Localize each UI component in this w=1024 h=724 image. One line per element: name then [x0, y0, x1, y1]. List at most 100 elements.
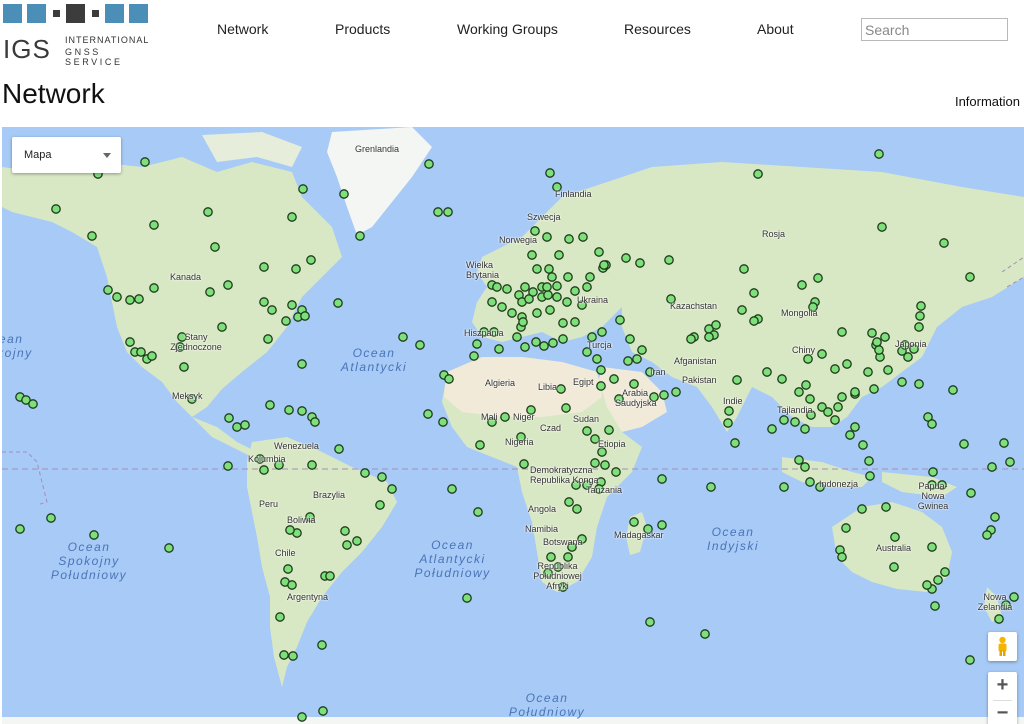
station-marker[interactable]	[864, 456, 874, 466]
station-marker[interactable]	[283, 564, 293, 574]
station-marker[interactable]	[307, 460, 317, 470]
station-marker[interactable]	[880, 332, 890, 342]
station-marker[interactable]	[657, 520, 667, 530]
station-marker[interactable]	[462, 593, 472, 603]
station-marker[interactable]	[298, 184, 308, 194]
station-marker[interactable]	[914, 379, 924, 389]
station-marker[interactable]	[494, 344, 504, 354]
station-marker[interactable]	[582, 282, 592, 292]
station-marker[interactable]	[922, 580, 932, 590]
station-marker[interactable]	[597, 447, 607, 457]
station-marker[interactable]	[352, 536, 362, 546]
station-marker[interactable]	[472, 339, 482, 349]
station-marker[interactable]	[635, 258, 645, 268]
station-marker[interactable]	[134, 294, 144, 304]
search-input[interactable]	[861, 18, 1008, 41]
station-marker[interactable]	[387, 484, 397, 494]
station-marker[interactable]	[377, 472, 387, 482]
station-marker[interactable]	[415, 340, 425, 350]
station-marker[interactable]	[545, 305, 555, 315]
station-marker[interactable]	[317, 640, 327, 650]
station-marker[interactable]	[867, 328, 877, 338]
station-marker[interactable]	[342, 540, 352, 550]
station-marker[interactable]	[903, 352, 913, 362]
station-marker[interactable]	[615, 315, 625, 325]
station-marker[interactable]	[275, 612, 285, 622]
station-marker[interactable]	[823, 407, 833, 417]
zoom-out-button[interactable]: −	[988, 700, 1017, 724]
station-marker[interactable]	[706, 482, 716, 492]
station-marker[interactable]	[300, 311, 310, 321]
station-marker[interactable]	[475, 440, 485, 450]
station-marker[interactable]	[519, 459, 529, 469]
street-view-pegman-button[interactable]	[988, 632, 1017, 661]
station-marker[interactable]	[877, 222, 887, 232]
station-marker[interactable]	[539, 341, 549, 351]
station-marker[interactable]	[223, 461, 233, 471]
station-marker[interactable]	[572, 504, 582, 514]
station-marker[interactable]	[492, 282, 502, 292]
station-marker[interactable]	[704, 332, 714, 342]
station-marker[interactable]	[762, 367, 772, 377]
station-marker[interactable]	[959, 439, 969, 449]
station-marker[interactable]	[686, 334, 696, 344]
station-marker[interactable]	[287, 300, 297, 310]
station-marker[interactable]	[659, 390, 669, 400]
station-marker[interactable]	[599, 260, 609, 270]
station-marker[interactable]	[164, 543, 174, 553]
station-marker[interactable]	[524, 294, 534, 304]
station-marker[interactable]	[940, 567, 950, 577]
station-marker[interactable]	[611, 467, 621, 477]
station-marker[interactable]	[965, 655, 975, 665]
station-marker[interactable]	[837, 552, 847, 562]
station-marker[interactable]	[543, 290, 553, 300]
station-marker[interactable]	[398, 332, 408, 342]
station-marker[interactable]	[179, 362, 189, 372]
station-marker[interactable]	[288, 651, 298, 661]
station-marker[interactable]	[939, 238, 949, 248]
station-marker[interactable]	[240, 420, 250, 430]
station-marker[interactable]	[857, 504, 867, 514]
station-marker[interactable]	[1005, 457, 1015, 467]
station-marker[interactable]	[306, 255, 316, 265]
station-marker[interactable]	[564, 234, 574, 244]
station-marker[interactable]	[837, 327, 847, 337]
station-marker[interactable]	[801, 380, 811, 390]
station-marker[interactable]	[664, 255, 674, 265]
station-marker[interactable]	[865, 471, 875, 481]
station-marker[interactable]	[604, 425, 614, 435]
station-marker[interactable]	[46, 513, 56, 523]
station-marker[interactable]	[915, 311, 925, 321]
station-marker[interactable]	[982, 530, 992, 540]
station-marker[interactable]	[813, 273, 823, 283]
station-marker[interactable]	[438, 417, 448, 427]
station-marker[interactable]	[502, 284, 512, 294]
station-marker[interactable]	[889, 562, 899, 572]
station-marker[interactable]	[927, 419, 937, 429]
station-marker[interactable]	[552, 281, 562, 291]
station-marker[interactable]	[874, 345, 884, 355]
station-marker[interactable]	[355, 231, 365, 241]
station-marker[interactable]	[794, 387, 804, 397]
station-marker[interactable]	[547, 272, 557, 282]
station-marker[interactable]	[730, 438, 740, 448]
station-marker[interactable]	[596, 381, 606, 391]
station-marker[interactable]	[140, 157, 150, 167]
station-marker[interactable]	[803, 354, 813, 364]
station-marker[interactable]	[749, 316, 759, 326]
station-marker[interactable]	[530, 226, 540, 236]
station-marker[interactable]	[948, 385, 958, 395]
station-marker[interactable]	[625, 334, 635, 344]
station-marker[interactable]	[570, 286, 580, 296]
station-marker[interactable]	[548, 338, 558, 348]
station-marker[interactable]	[890, 532, 900, 542]
station-marker[interactable]	[360, 468, 370, 478]
station-marker[interactable]	[777, 374, 787, 384]
station-marker[interactable]	[556, 384, 566, 394]
station-marker[interactable]	[287, 580, 297, 590]
station-marker[interactable]	[805, 477, 815, 487]
station-marker[interactable]	[112, 292, 122, 302]
station-marker[interactable]	[928, 467, 938, 477]
station-marker[interactable]	[872, 337, 882, 347]
station-marker[interactable]	[563, 272, 573, 282]
